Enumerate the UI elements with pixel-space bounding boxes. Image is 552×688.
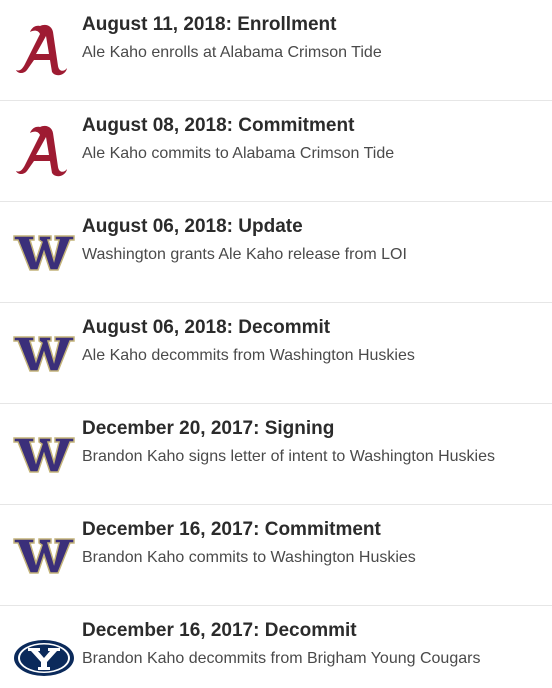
washington-w-logo: [12, 321, 76, 385]
timeline-item: August 06, 2018: Decommit Ale Kaho decom…: [0, 303, 552, 404]
timeline-item: August 11, 2018: Enrollment Ale Kaho enr…: [0, 0, 552, 101]
washington-w-logo: [12, 220, 76, 284]
commitment-timeline: August 11, 2018: Enrollment Ale Kaho enr…: [0, 0, 552, 686]
timeline-item: December 16, 2017: Commitment Brandon Ka…: [0, 505, 552, 606]
byu-y-logo: [12, 624, 76, 688]
event-title: August 08, 2018: Commitment: [82, 115, 355, 136]
event-description: Brandon Kaho signs letter of intent to W…: [82, 448, 495, 465]
event-description: Washington grants Ale Kaho release from …: [82, 246, 407, 263]
event-description: Ale Kaho decommits from Washington Huski…: [82, 347, 415, 364]
timeline-item: August 08, 2018: Commitment Ale Kaho com…: [0, 101, 552, 202]
event-description: Ale Kaho commits to Alabama Crimson Tide: [82, 145, 395, 162]
washington-w-logo: [12, 523, 76, 587]
event-title: August 06, 2018: Update: [82, 216, 303, 237]
washington-w-logo: [12, 422, 76, 486]
timeline-item: December 20, 2017: Signing Brandon Kaho …: [0, 404, 552, 505]
timeline-item: August 06, 2018: Update Washington grant…: [0, 202, 552, 303]
alabama-a-logo: [12, 18, 76, 82]
event-title: August 11, 2018: Enrollment: [82, 14, 337, 35]
event-title: December 16, 2017: Commitment: [82, 519, 381, 540]
timeline-item: December 16, 2017: Decommit Brandon Kaho…: [0, 606, 552, 686]
event-description: Brandon Kaho commits to Washington Huski…: [82, 549, 416, 566]
event-description: Brandon Kaho decommits from Brigham Youn…: [82, 650, 481, 667]
event-title: August 06, 2018: Decommit: [82, 317, 331, 338]
event-description: Ale Kaho enrolls at Alabama Crimson Tide: [82, 44, 382, 61]
event-title: December 20, 2017: Signing: [82, 418, 335, 439]
alabama-a-logo: [12, 119, 76, 183]
event-title: December 16, 2017: Decommit: [82, 620, 357, 641]
